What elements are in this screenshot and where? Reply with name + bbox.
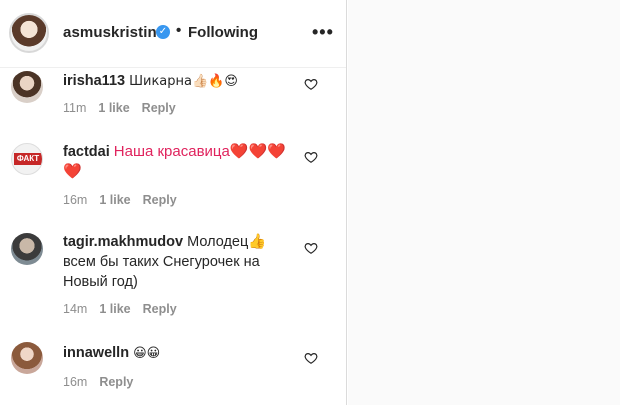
comment-text: 😀😀: [133, 346, 161, 361]
post-header: asmuskristina ✓ • Following •••: [0, 0, 346, 68]
heart-outline-icon[interactable]: [304, 241, 318, 255]
comment-body: tagir.makhmudov Молодец👍 всем бы таких С…: [63, 232, 298, 292]
comment-item: innawelln 😀😀 16m Reply: [0, 342, 346, 402]
comment-likes[interactable]: 1 like: [99, 302, 130, 316]
comment-meta: 16m Reply: [63, 375, 145, 389]
more-options-icon[interactable]: •••: [312, 22, 334, 43]
reply-button[interactable]: Reply: [142, 101, 176, 115]
fakt-logo: ФАКТ: [14, 153, 42, 165]
separator-dot: •: [176, 22, 182, 39]
commenter-avatar[interactable]: [11, 233, 43, 265]
comment-item: ФАКТ factdai Наша красавица❤️❤️❤️ ❤️ 16m…: [0, 140, 346, 220]
comment-likes[interactable]: 1 like: [99, 193, 130, 207]
following-button[interactable]: Following: [188, 24, 258, 41]
comments-panel: asmuskristina ✓ • Following ••• irisha11…: [0, 0, 347, 405]
comment-likes[interactable]: 1 like: [98, 101, 129, 115]
comment-item: irisha113 Шикарна👍🏻🔥😍 11m 1 like Reply: [0, 68, 346, 128]
comment-time[interactable]: 11m: [63, 101, 86, 115]
commenter-avatar[interactable]: [11, 71, 43, 103]
author-avatar[interactable]: [9, 13, 49, 53]
verified-badge-icon: ✓: [156, 25, 170, 39]
heart-outline-icon[interactable]: [304, 150, 318, 164]
empty-side-area: [348, 0, 620, 405]
commenter-avatar[interactable]: ФАКТ: [11, 143, 43, 175]
heart-outline-icon[interactable]: [304, 351, 318, 365]
reply-button[interactable]: Reply: [99, 375, 133, 389]
comment-time[interactable]: 14m: [63, 302, 87, 316]
comment-item: tagir.makhmudov Молодец👍 всем бы таких С…: [0, 232, 346, 328]
heart-outline-icon[interactable]: [304, 77, 318, 91]
comment-meta: 16m 1 like Reply: [63, 193, 189, 207]
comment-text: Шикарна👍🏻🔥😍: [129, 74, 238, 89]
commenter-username[interactable]: innawelln: [63, 345, 129, 361]
comment-time[interactable]: 16m: [63, 375, 87, 389]
comment-meta: 11m 1 like Reply: [63, 101, 188, 115]
comment-body: innawelln 😀😀: [63, 343, 298, 364]
commenter-username[interactable]: factdai: [63, 144, 110, 160]
comment-body: factdai Наша красавица❤️❤️❤️ ❤️: [63, 142, 298, 182]
comment-time[interactable]: 16m: [63, 193, 87, 207]
commenter-username[interactable]: irisha113: [63, 73, 125, 89]
commenter-username[interactable]: tagir.makhmudov: [63, 234, 183, 250]
reply-button[interactable]: Reply: [143, 302, 177, 316]
comment-meta: 14m 1 like Reply: [63, 302, 189, 316]
comment-body: irisha113 Шикарна👍🏻🔥😍: [63, 71, 298, 92]
commenter-avatar[interactable]: [11, 342, 43, 374]
reply-button[interactable]: Reply: [143, 193, 177, 207]
author-username[interactable]: asmuskristina: [63, 24, 165, 41]
